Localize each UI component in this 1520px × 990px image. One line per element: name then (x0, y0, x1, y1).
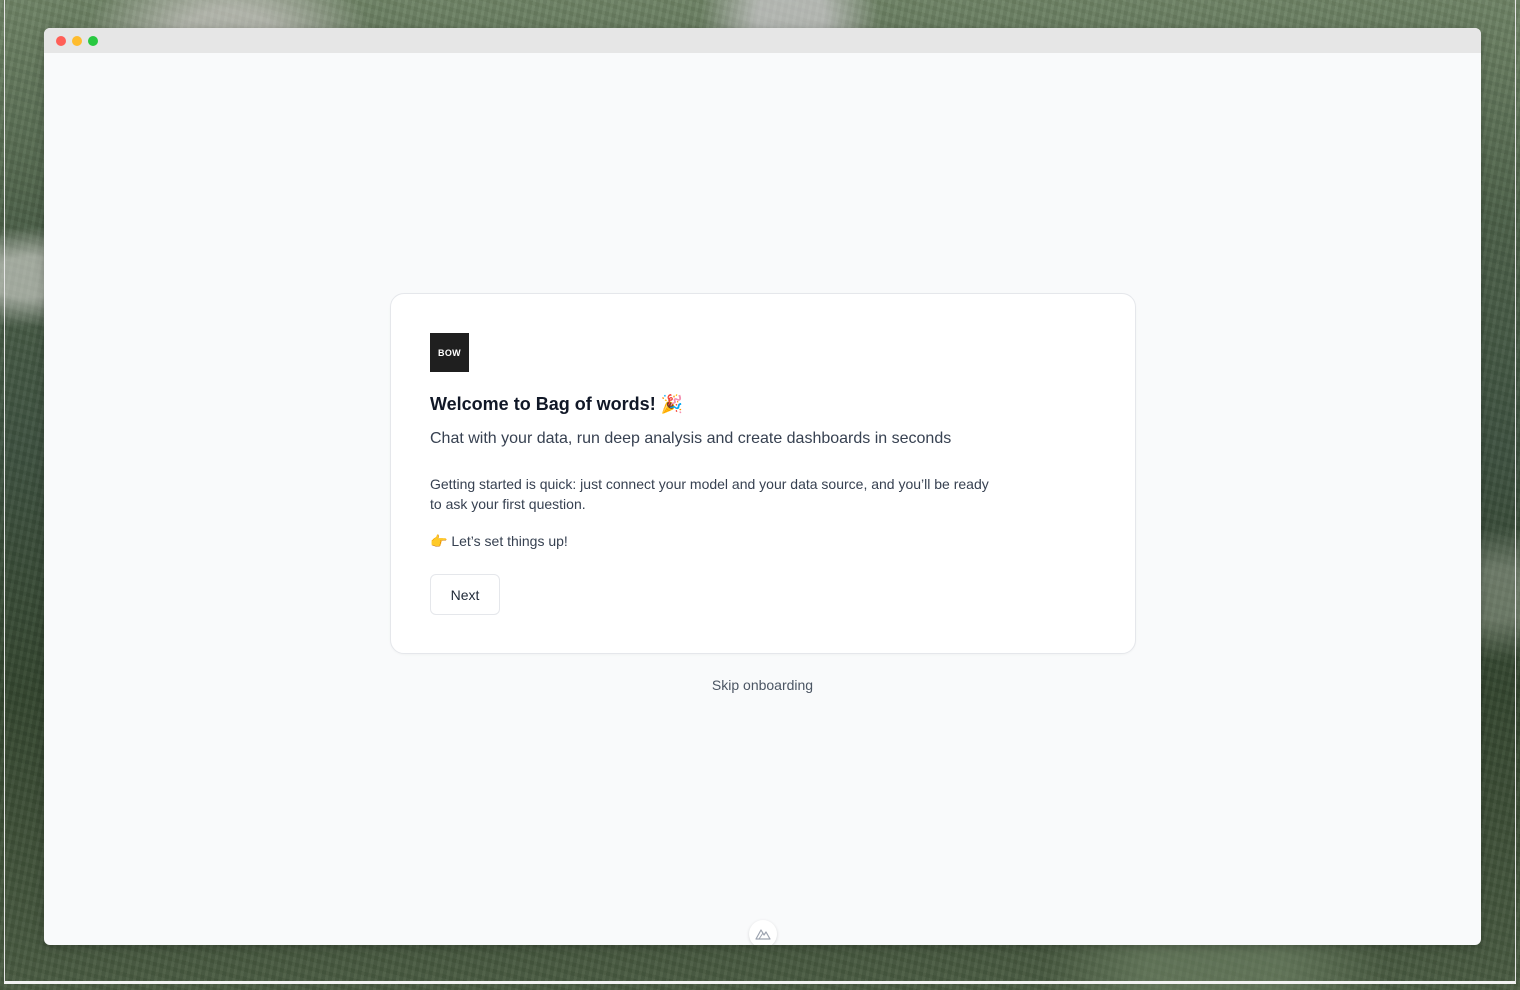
window-titlebar (44, 28, 1481, 53)
getting-started-text: Getting started is quick: just connect y… (430, 476, 989, 512)
bow-logo: BOW (430, 333, 469, 372)
floating-app-badge[interactable] (749, 920, 777, 945)
onboarding-card: BOW Welcome to Bag of words! 🎉 Chat with… (390, 293, 1136, 654)
setup-prompt: 👉 Let’s set things up! (430, 533, 568, 549)
next-button[interactable]: Next (430, 574, 500, 615)
welcome-title: Welcome to Bag of words! 🎉 (430, 394, 684, 414)
mountain-icon (755, 929, 771, 940)
skip-onboarding-link[interactable]: Skip onboarding (44, 677, 1481, 693)
welcome-subtitle: Chat with your data, run deep analysis a… (430, 430, 952, 447)
browser-window: BOW Welcome to Bag of words! 🎉 Chat with… (44, 28, 1481, 945)
minimize-window-button[interactable] (72, 36, 82, 46)
close-window-button[interactable] (56, 36, 66, 46)
zoom-window-button[interactable] (88, 36, 98, 46)
